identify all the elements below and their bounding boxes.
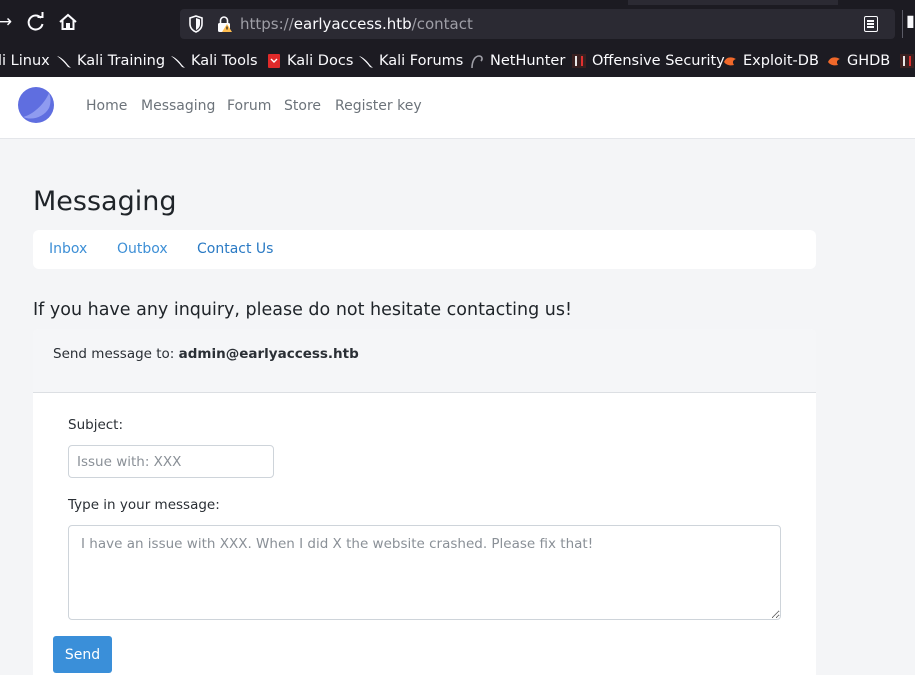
home-icon[interactable] — [57, 11, 79, 33]
bookmark-overflow[interactable] — [899, 50, 915, 72]
subject-label: Subject: — [68, 417, 124, 433]
recipient-line: Send message to: admin@earlyaccess.htb — [53, 346, 359, 362]
bookmark-label: Kali Forums — [379, 53, 464, 69]
extensions-icon[interactable]: ▮ — [906, 11, 915, 30]
bookmark-kali-forums[interactable]: Kali Forums — [358, 50, 463, 72]
site-logo-icon[interactable] — [18, 87, 54, 123]
reader-view-icon[interactable] — [864, 16, 878, 32]
url-path: /contact — [411, 15, 473, 33]
kali-docs-icon — [268, 54, 280, 68]
bookmark-ghdb[interactable]: GHDB — [826, 50, 890, 72]
bookmark-kali-tools[interactable]: Kali Tools — [170, 50, 258, 72]
exploitdb-icon — [828, 57, 840, 66]
message-textarea[interactable] — [68, 525, 781, 620]
exploitdb-icon — [724, 57, 736, 66]
site-navbar: Home Messaging Forum Store Register key — [0, 77, 915, 139]
nav-messaging[interactable]: Messaging — [141, 98, 215, 114]
bookmark-label: GHDB — [847, 53, 891, 69]
reload-icon[interactable] — [25, 11, 47, 33]
offsec-icon — [572, 54, 586, 68]
message-label: Type in your message: — [68, 497, 220, 513]
bookmark-label: NetHunter — [490, 53, 566, 69]
card-header: Send message to: admin@earlyaccess.htb — [33, 329, 816, 393]
bookmark-label: Kali Docs — [287, 53, 354, 69]
nethunter-icon — [471, 55, 483, 69]
nav-home[interactable]: Home — [86, 98, 127, 114]
lock-warning-icon[interactable] — [216, 15, 232, 33]
contact-form-card: Send message to: admin@earlyaccess.htb S… — [33, 329, 816, 675]
bookmarks-bar: li Linux Kali Training Kali Tools Kali D… — [0, 44, 915, 77]
kali-dragon-icon — [171, 56, 185, 68]
tab-strip — [628, 0, 838, 5]
browser-toolbar: → https://earlyaccess.htb/contact ▮ — [0, 0, 915, 44]
nav-register-key[interactable]: Register key — [335, 98, 422, 114]
bookmark-label: li Linux — [0, 53, 50, 69]
subject-input[interactable] — [68, 445, 274, 478]
page-title: Messaging — [33, 186, 177, 217]
recipient-prefix: Send message to: — [53, 346, 179, 362]
messaging-tabs: Inbox Outbox Contact Us — [33, 230, 816, 269]
bookmark-label: Kali Training — [77, 53, 166, 69]
tab-contact-us[interactable]: Contact Us — [197, 241, 273, 257]
bookmark-label: Offensive Security — [592, 53, 725, 69]
bookmark-kali-linux[interactable]: li Linux — [0, 50, 50, 72]
tracking-shield-icon[interactable] — [188, 15, 204, 33]
kali-dragon-icon — [359, 56, 373, 68]
bookmark-kali-training[interactable]: Kali Training — [56, 50, 165, 72]
bookmark-nethunter[interactable]: NetHunter — [469, 50, 565, 72]
nav-store[interactable]: Store — [284, 98, 321, 114]
bookmark-label: Exploit-DB — [743, 53, 819, 69]
bookmark-label: Kali Tools — [191, 53, 258, 69]
toolbar-separator — [902, 10, 903, 38]
inquiry-lead-text: If you have any inquiry, please do not h… — [33, 300, 572, 320]
send-button[interactable]: Send — [53, 636, 112, 673]
bookmark-offensive-security[interactable]: Offensive Security — [571, 50, 725, 72]
address-bar[interactable]: https://earlyaccess.htb/contact — [180, 9, 895, 39]
url-text[interactable]: https://earlyaccess.htb/contact — [240, 15, 473, 33]
recipient-email: admin@earlyaccess.htb — [178, 346, 359, 362]
kali-dragon-icon — [57, 56, 71, 68]
nav-forum[interactable]: Forum — [227, 98, 271, 114]
bookmark-kali-docs[interactable]: Kali Docs — [266, 50, 353, 72]
url-host: earlyaccess.htb — [293, 15, 412, 33]
bookmark-exploit-db[interactable]: Exploit-DB — [722, 50, 819, 72]
tab-outbox[interactable]: Outbox — [117, 241, 168, 257]
tab-inbox[interactable]: Inbox — [49, 241, 87, 257]
offsec-icon — [900, 54, 914, 68]
url-scheme: https:// — [240, 15, 294, 33]
forward-icon[interactable]: → — [0, 11, 16, 33]
